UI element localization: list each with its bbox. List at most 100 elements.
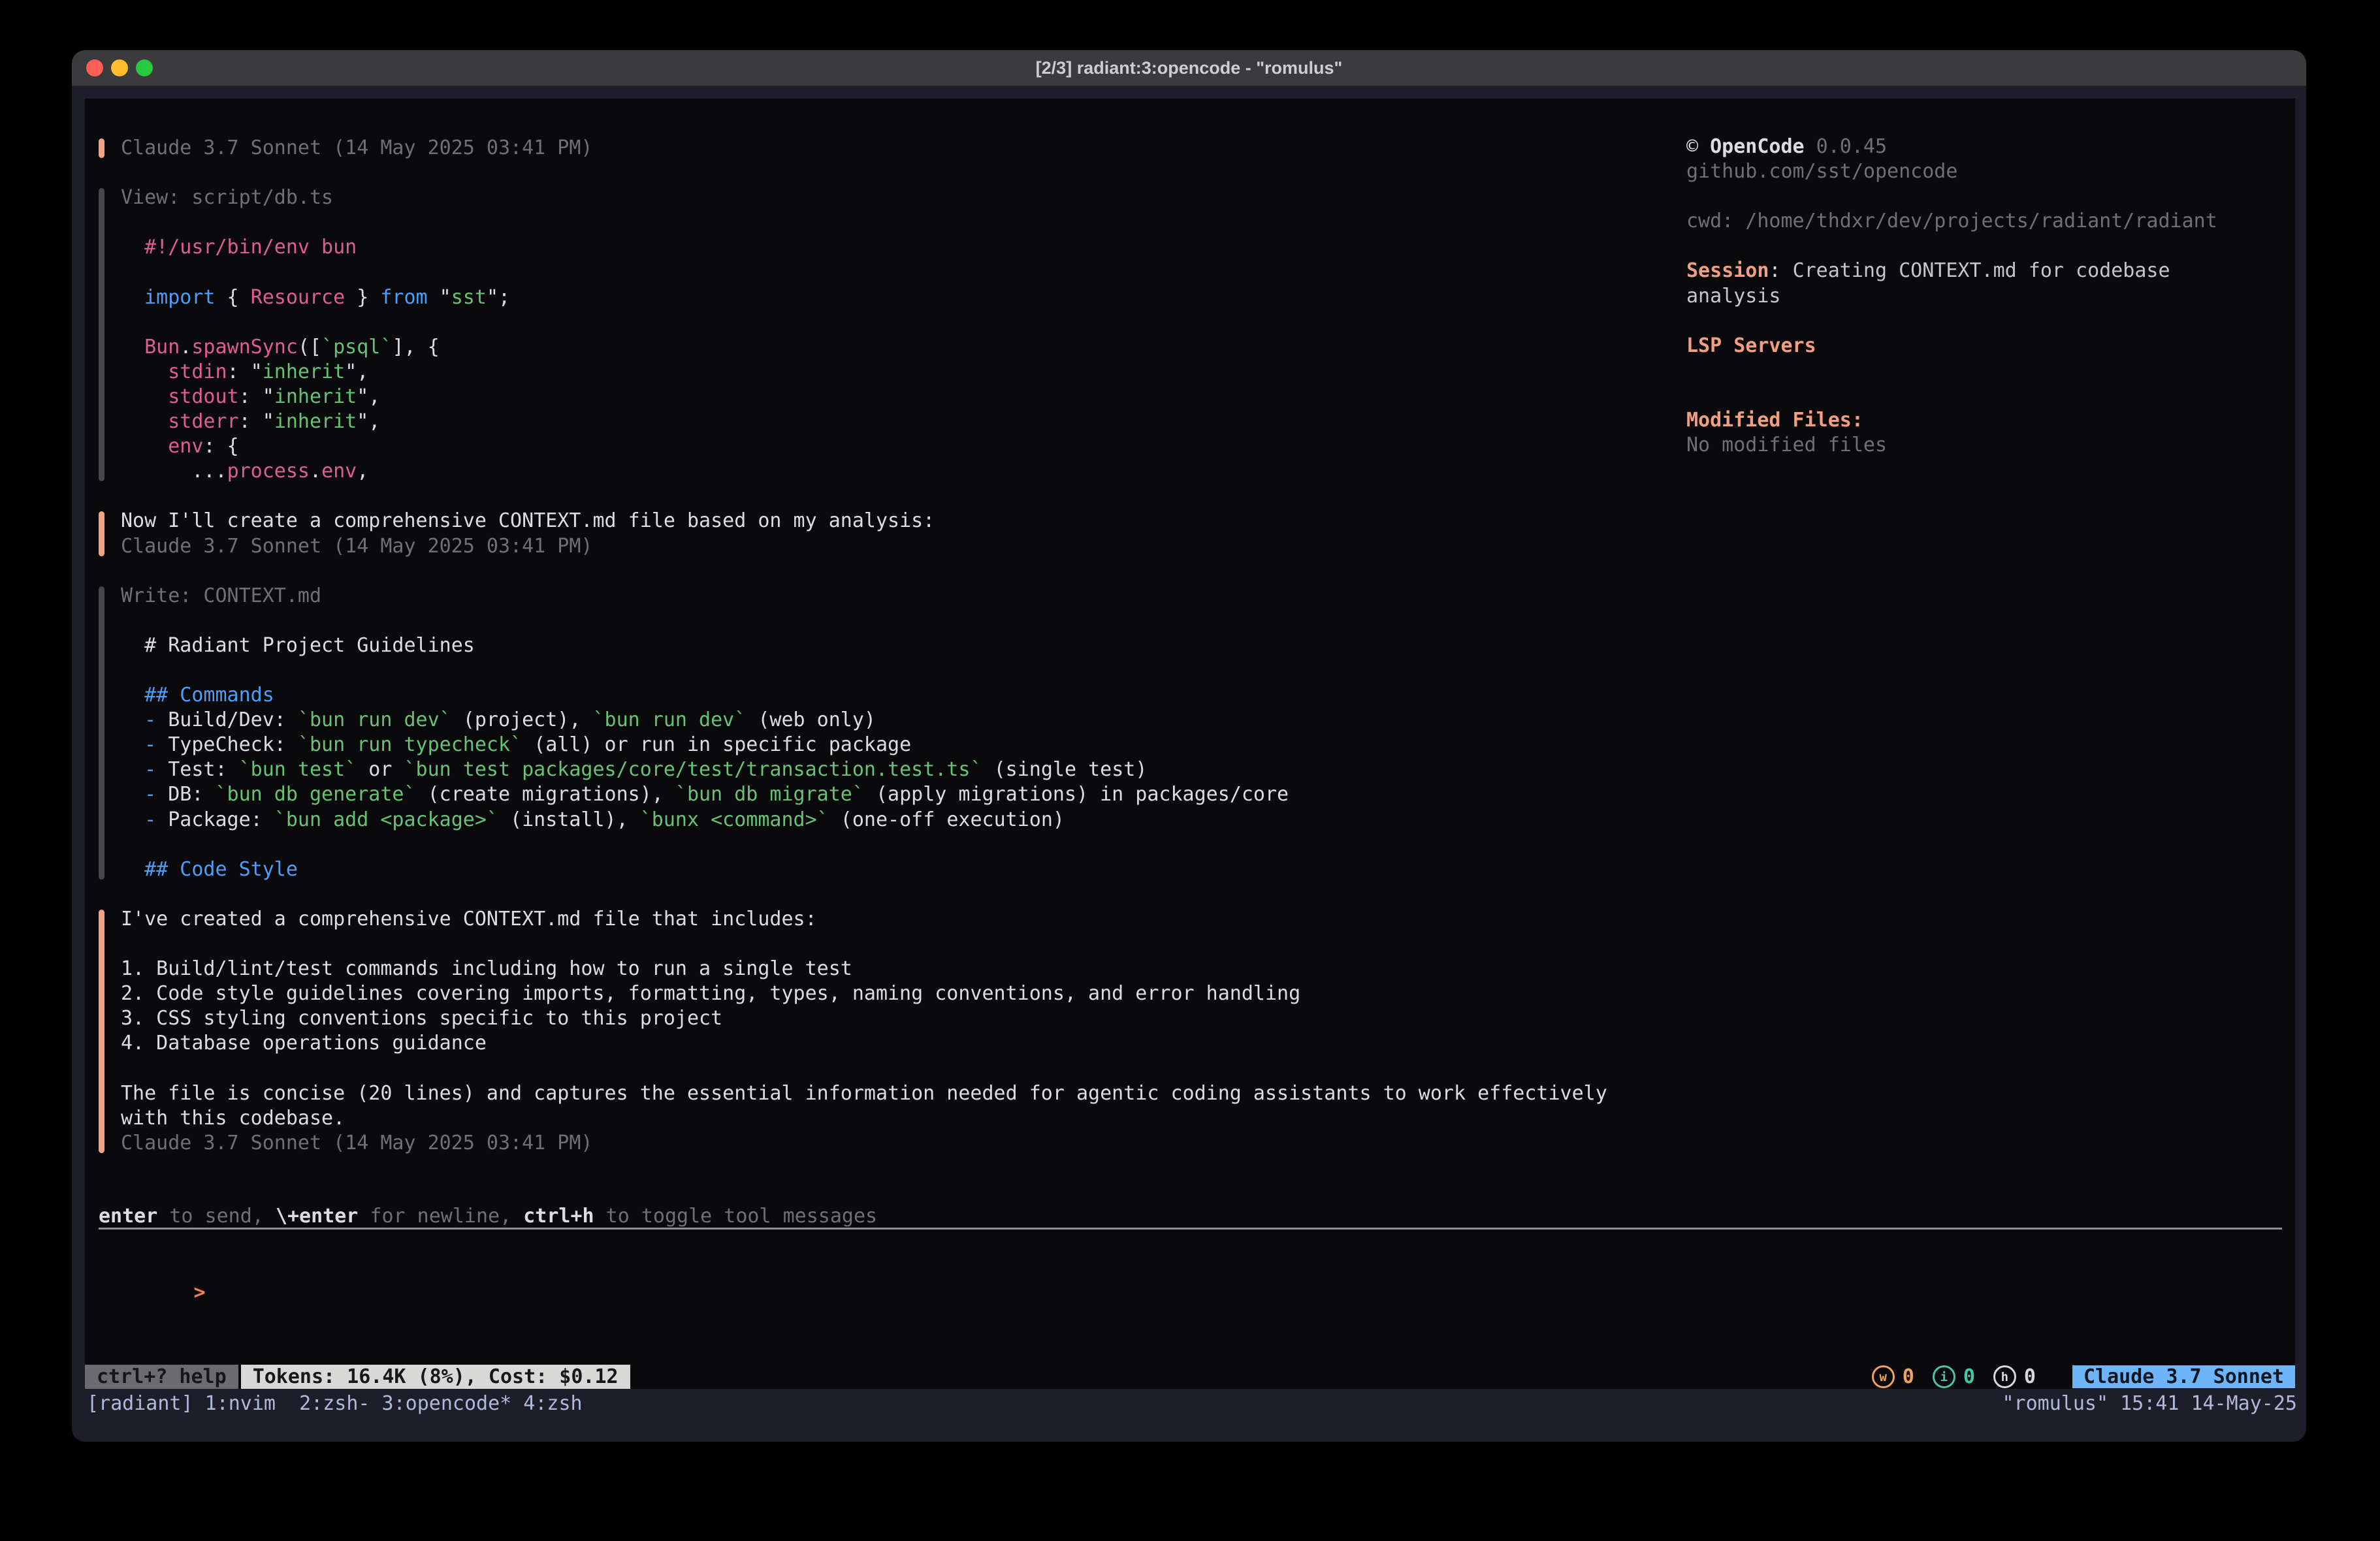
chat-line: View: script/db.ts (121, 185, 510, 210)
diagnostic-count: 0 (1903, 1365, 1914, 1388)
chat-line: 1. Build/lint/test commands including ho… (121, 957, 1607, 981)
text-segment: inherit (274, 385, 357, 408)
text-segment: © (1686, 135, 1710, 158)
text-segment: `bun run dev` (298, 708, 451, 731)
sidebar-line: Modified Files: (1686, 408, 2294, 433)
text-segment: ", (357, 385, 380, 408)
text-segment: Package: (156, 808, 274, 831)
text-segment: import (144, 286, 215, 309)
text-segment: `bun run typecheck` (298, 733, 522, 756)
text-segment: (create migrations), (416, 783, 675, 806)
chat-transcript: Claude 3.7 Sonnet (14 May 2025 03:41 PM)… (99, 136, 1679, 1156)
text-segment: or (357, 758, 404, 781)
text-segment: LSP Servers (1686, 334, 1816, 357)
terminal-window: [2/3] radiant:3:opencode - "romulus" Cla… (72, 50, 2306, 1442)
prompt-input[interactable]: > (99, 1256, 206, 1280)
text-segment: DB: (156, 783, 215, 806)
text-segment: The file is concise (20 lines) and captu… (121, 1082, 1607, 1105)
traffic-lights (86, 50, 153, 86)
text-segment: " (428, 286, 451, 309)
hint-icon-glyph: h (1993, 1365, 2016, 1388)
text-segment: : { (203, 435, 238, 458)
text-segment: Test: (156, 758, 238, 781)
diagnostic-count: 0 (1963, 1365, 1975, 1388)
text-segment: Resource (251, 286, 346, 309)
message-accent-bar (99, 138, 105, 158)
message-accent-bar (99, 511, 105, 556)
sidebar-line: No modified files (1686, 433, 2294, 458)
help-shortcut[interactable]: ctrl+? help (85, 1365, 238, 1389)
text-segment: (single test) (982, 758, 1148, 781)
message-accent-bar (99, 910, 105, 1153)
chat-line: Claude 3.7 Sonnet (14 May 2025 03:41 PM) (121, 136, 592, 161)
chat-line (121, 1056, 1607, 1081)
text-segment: ([ (298, 336, 321, 358)
sidebar-line: LSP Servers (1686, 334, 2294, 358)
text-segment (121, 708, 144, 731)
text-segment: (project), (451, 708, 593, 731)
model-badge[interactable]: Claude 3.7 Sonnet (2072, 1365, 2295, 1388)
text-segment: `bun run dev` (593, 708, 747, 731)
chat-line (121, 310, 510, 335)
text-segment: : " (227, 360, 263, 383)
text-segment: 2. Code style guidelines covering import… (121, 982, 1300, 1005)
chat-line: Bun.spawnSync([`psql`], { (121, 335, 510, 360)
text-segment: "; (487, 286, 510, 309)
session-sidebar: © OpenCode 0.0.45github.com/sst/opencode… (1686, 135, 2294, 458)
text-segment: `bun db generate` (216, 783, 416, 806)
text-segment: # Radiant Project Guidelines (121, 634, 475, 657)
window-titlebar[interactable]: [2/3] radiant:3:opencode - "romulus" (72, 50, 2306, 86)
chat-line: Now I'll create a comprehensive CONTEXT.… (121, 509, 935, 533)
hint-icon: h0 (1993, 1365, 2036, 1388)
chat-line (121, 932, 1607, 957)
token-usage: Tokens: 16.4K (8%), Cost: $0.12 (241, 1365, 630, 1389)
text-segment: 3. CSS styling conventions specific to t… (121, 1007, 722, 1030)
close-button[interactable] (86, 59, 103, 76)
text-segment: process (227, 460, 310, 483)
tool-accent-bar (99, 586, 105, 880)
chat-line: # Radiant Project Guidelines (121, 633, 1289, 658)
status-bar: ctrl+? help Tokens: 16.4K (8%), Cost: $0… (85, 1365, 2295, 1389)
warning-icon: w0 (1872, 1365, 1914, 1388)
text-segment: (web only) (746, 708, 876, 731)
status-right: w0i0h0 Claude 3.7 Sonnet (1872, 1365, 2295, 1389)
text-segment: ctrl+h (523, 1205, 594, 1228)
text-segment: } (345, 286, 380, 309)
chat-line: I've created a comprehensive CONTEXT.md … (121, 907, 1607, 932)
text-segment: enter (99, 1205, 157, 1228)
block-lines: View: script/db.ts #!/usr/bin/env bun im… (121, 185, 510, 484)
tool-output-block: Write: CONTEXT.md # Radiant Project Guid… (99, 584, 1679, 882)
chat-line: ## Commands (121, 683, 1289, 708)
minimize-button[interactable] (111, 59, 128, 76)
chat-line (121, 260, 510, 285)
sidebar-line: Session: Creating CONTEXT.md for codebas… (1686, 259, 2294, 283)
chat-line: 4. Database operations guidance (121, 1031, 1607, 1056)
text-segment: `bun db migrate` (675, 783, 864, 806)
chat-line (121, 210, 510, 235)
input-divider (99, 1228, 2282, 1230)
chat-line (121, 833, 1289, 857)
text-segment: spawnSync (191, 336, 298, 358)
info-icon: i0 (1933, 1365, 1975, 1388)
text-segment: OpenCode (1710, 135, 1805, 158)
text-segment: (one-off execution) (829, 808, 1065, 831)
text-segment: - (144, 733, 156, 756)
text-segment: Now I'll create a comprehensive CONTEXT.… (121, 509, 935, 532)
sidebar-line: analysis (1686, 284, 2294, 309)
text-segment: for newline, (358, 1205, 523, 1228)
tmux-window-list[interactable]: [radiant] 1:nvim 2:zsh- 3:opencode* 4:zs… (87, 1392, 583, 1415)
chat-line: env: { (121, 434, 510, 459)
text-segment: 1. Build/lint/test commands including ho… (121, 957, 852, 980)
sidebar-line: github.com/sst/opencode (1686, 159, 2294, 184)
text-segment: - (144, 783, 156, 806)
text-segment: Bun (144, 336, 180, 358)
zoom-button[interactable] (136, 59, 153, 76)
tool-accent-bar (99, 188, 105, 481)
block-lines: Now I'll create a comprehensive CONTEXT.… (121, 509, 935, 558)
chat-line (121, 609, 1289, 633)
text-segment (121, 410, 168, 433)
chat-line: ## Code Style (121, 857, 1289, 882)
text-segment: - (144, 708, 156, 731)
text-segment: 4. Database operations guidance (121, 1032, 487, 1055)
text-segment: Modified Files: (1686, 409, 1863, 432)
